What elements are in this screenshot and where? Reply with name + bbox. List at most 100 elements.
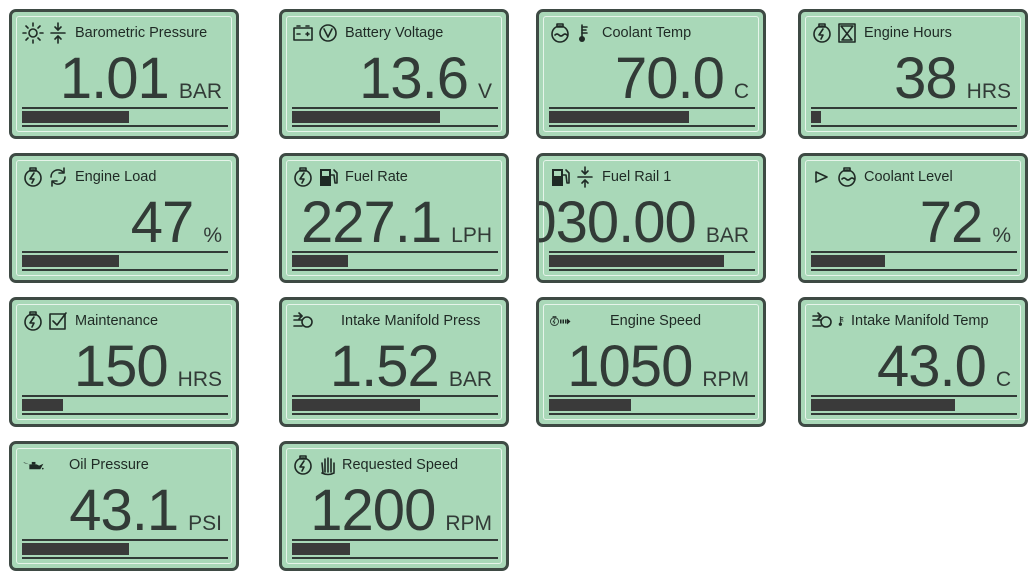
tile-header: Battery Voltage [292, 20, 443, 46]
tile-title: Fuel Rate [345, 169, 408, 185]
gauge-tile-barometric-pressure[interactable]: Barometric Pressure 1.01 BAR [9, 9, 239, 139]
tile-title: Intake Manifold Press [341, 313, 481, 329]
engine-icon [22, 310, 44, 332]
level-bar-fill [22, 111, 130, 123]
tile-header: Intake Manifold Press [292, 308, 480, 334]
engine-icon [22, 166, 44, 188]
tile-value: 1.01 BAR [60, 50, 222, 108]
level-bar [811, 395, 1017, 415]
tile-value: 1050 RPM [567, 338, 749, 396]
value-number: 43.1 [69, 478, 179, 543]
gauge-tile-requested-speed[interactable]: Requested Speed 1200 RPM [279, 441, 509, 571]
tile-title: Engine Speed [610, 313, 702, 329]
tile-header: Coolant Level [811, 164, 953, 190]
value-unit: HRS [966, 80, 1011, 103]
value-unit: RPM [702, 368, 749, 391]
gauge-tile-engine-speed[interactable]: Engine Speed 1050 RPM [536, 297, 766, 427]
tile-title: Oil Pressure [69, 457, 149, 473]
level-bar-fill [22, 255, 119, 267]
engine-icon [292, 166, 314, 188]
value-unit: C [733, 80, 749, 103]
value-unit: BAR [178, 80, 222, 103]
tile-value: 227.1 LPH [301, 194, 492, 252]
level-bar [292, 251, 498, 271]
gauge-tile-engine-load[interactable]: Engine Load 47 % [9, 153, 239, 283]
hand-icon [317, 454, 339, 476]
oil-can-icon [22, 454, 58, 476]
battery-icon [292, 22, 314, 44]
level-bar-fill [549, 111, 690, 123]
value-unit: BAR [448, 368, 492, 391]
tile-value: 1.52 BAR [330, 338, 492, 396]
gauge-tile-oil-pressure[interactable]: Oil Pressure 43.1 PSI [9, 441, 239, 571]
pressure-arrows-icon [574, 166, 596, 188]
tile-value: 43.0 C [877, 338, 1011, 396]
level-bar-fill [22, 399, 64, 411]
value-number: 227.1 [300, 190, 442, 255]
tile-header: Engine Speed [549, 308, 701, 334]
voltage-icon [317, 22, 339, 44]
level-bar [811, 107, 1017, 127]
intake-manifold-icon [811, 310, 833, 332]
fuel-pump-icon [317, 166, 339, 188]
value-unit: V [477, 80, 492, 103]
tile-title: Engine Hours [864, 25, 952, 41]
gauge-tile-coolant-temp[interactable]: Coolant Temp 70.0 C [536, 9, 766, 139]
value-number: 47 [130, 190, 195, 255]
level-bar [549, 251, 755, 271]
value-unit: % [992, 224, 1011, 247]
value-number: 1030.00 [539, 190, 697, 255]
hourglass-icon [836, 22, 858, 44]
play-triangle-icon [811, 166, 833, 188]
pressure-arrows-icon [47, 22, 69, 44]
level-bar [549, 107, 755, 127]
tile-header: Coolant Temp [549, 20, 691, 46]
value-unit: LPH [451, 224, 492, 247]
gauge-tile-engine-hours[interactable]: Engine Hours 38 HRS [798, 9, 1028, 139]
level-bar-fill [811, 399, 956, 411]
level-bar [549, 395, 755, 415]
value-number: 1200 [310, 478, 436, 543]
engine-icon [811, 22, 833, 44]
tile-title: Requested Speed [342, 457, 459, 473]
gauge-tile-intake-manifold-temp[interactable]: Intake Manifold Temp 43.0 C [798, 297, 1028, 427]
engine-speed-icon [549, 310, 593, 332]
tile-header: Requested Speed [292, 452, 458, 478]
level-bar [22, 107, 228, 127]
tile-title: Fuel Rail 1 [602, 169, 672, 185]
tile-value: 150 HRS [74, 338, 222, 396]
tile-header: Fuel Rail 1 [549, 164, 671, 190]
tile-title: Intake Manifold Temp [851, 313, 989, 329]
level-bar [22, 539, 228, 559]
level-bar-fill [22, 543, 130, 555]
value-unit: PSI [188, 512, 222, 535]
level-bar [292, 395, 498, 415]
value-unit: % [203, 224, 222, 247]
value-number: 150 [73, 334, 169, 399]
gauge-tile-fuel-rate[interactable]: Fuel Rate 227.1 LPH [279, 153, 509, 283]
thermometer-icon [836, 310, 848, 332]
value-number: 1.52 [329, 334, 440, 399]
fuel-pump-icon [549, 166, 571, 188]
gauge-tile-fuel-rail-1[interactable]: Fuel Rail 1 1030.00 BAR [536, 153, 766, 283]
value-number: 13.6 [359, 46, 469, 111]
tile-title: Coolant Level [864, 169, 953, 185]
gauge-tile-coolant-level[interactable]: Coolant Level 72 % [798, 153, 1028, 283]
intake-manifold-icon [292, 310, 314, 332]
engine-coolant-icon [549, 22, 571, 44]
tile-value: 72 % [920, 194, 1011, 252]
tile-value: 47 % [131, 194, 222, 252]
tile-title: Engine Load [75, 169, 157, 185]
value-unit: C [995, 368, 1011, 391]
value-number: 38 [894, 46, 958, 111]
gauge-tile-maintenance[interactable]: Maintenance 150 HRS [9, 297, 239, 427]
tile-title: Battery Voltage [345, 25, 444, 41]
level-bar-fill [292, 543, 350, 555]
gauge-tile-intake-manifold-press[interactable]: Intake Manifold Press 1.52 BAR [279, 297, 509, 427]
gauge-tile-battery-voltage[interactable]: Battery Voltage 13.6 V [279, 9, 509, 139]
level-bar-fill [292, 255, 348, 267]
tile-header: Oil Pressure [22, 452, 149, 478]
cycle-arrows-icon [47, 166, 69, 188]
value-number: 43.0 [876, 334, 987, 399]
level-bar [22, 395, 228, 415]
